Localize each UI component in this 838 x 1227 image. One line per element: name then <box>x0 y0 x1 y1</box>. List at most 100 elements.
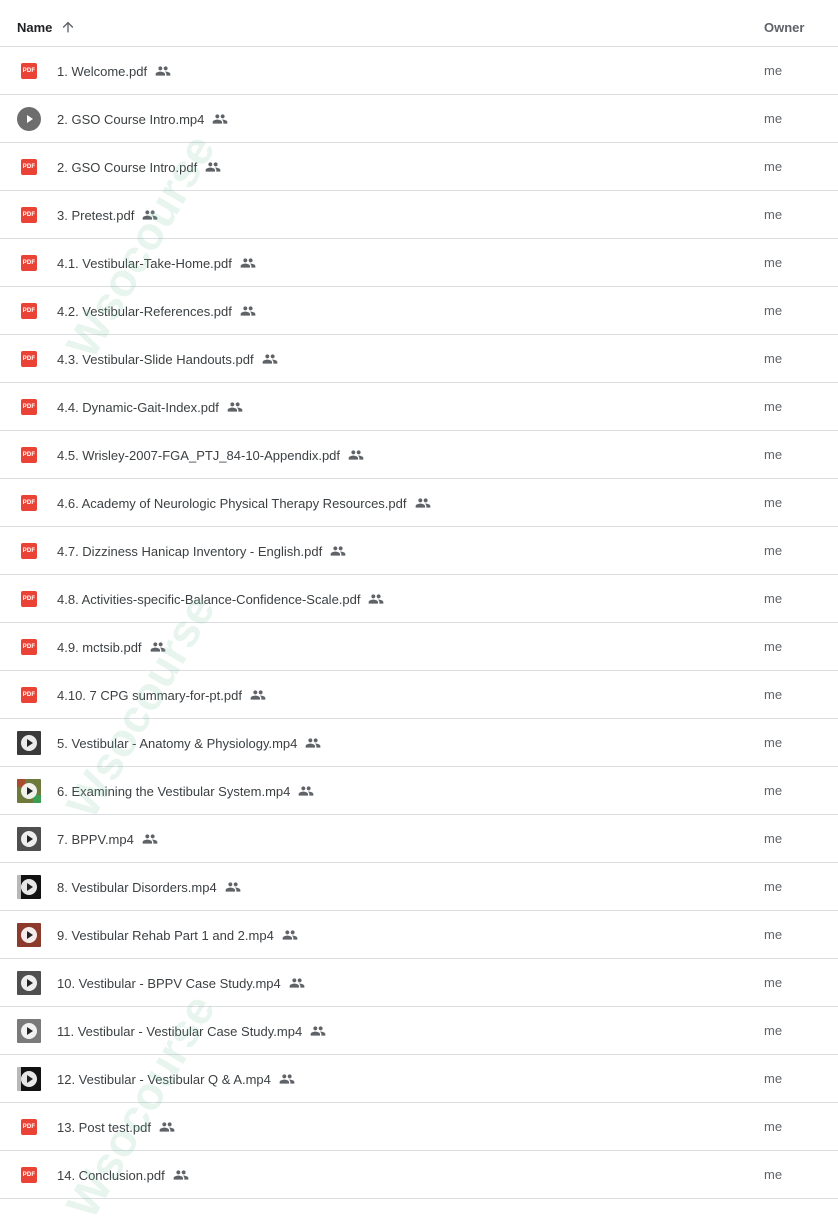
pdf-file-icon: PDF <box>21 447 37 463</box>
file-owner: me <box>764 447 783 462</box>
file-row[interactable]: PDF 4.4. Dynamic-Gait-Index.pdf me <box>0 383 838 431</box>
file-name-text: 2. GSO Course Intro.pdf <box>57 159 198 175</box>
file-name[interactable]: 4.5. Wrisley-2007-FGA_PTJ_84-10-Appendix… <box>57 447 364 463</box>
file-owner: me <box>764 927 783 942</box>
file-name[interactable]: 4.6. Academy of Neurologic Physical Ther… <box>57 495 431 511</box>
file-owner: me <box>764 1023 783 1038</box>
people-icon <box>142 834 158 844</box>
file-name[interactable]: 4.9. mctsib.pdf <box>57 639 166 655</box>
file-owner: me <box>764 495 783 510</box>
people-icon <box>415 498 430 508</box>
file-row[interactable]: 11. Vestibular - Vestibular Case Study.m… <box>0 1007 838 1055</box>
file-name[interactable]: 4.3. Vestibular-Slide Handouts.pdf <box>57 351 278 367</box>
file-owner: me <box>764 687 783 702</box>
file-owner: me <box>764 303 783 318</box>
column-owner-header[interactable]: Owner <box>764 20 804 35</box>
file-row[interactable]: 8. Vestibular Disorders.mp4 me <box>0 863 838 911</box>
file-row[interactable]: PDF 2. GSO Course Intro.pdf me <box>0 143 838 191</box>
file-name[interactable]: 8. Vestibular Disorders.mp4 <box>57 879 241 895</box>
file-row[interactable]: PDF 4.8. Activities-specific-Balance-Conf… <box>0 575 838 623</box>
pdf-file-icon: PDF <box>21 1167 37 1183</box>
file-owner: me <box>764 1071 783 1086</box>
file-name[interactable]: 12. Vestibular - Vestibular Q & A.mp4 <box>57 1071 295 1087</box>
file-list: PDF 1. Welcome.pdf me 2. GSO Course Intro.m… <box>0 47 838 1199</box>
file-row[interactable]: PDF 4.2. Vestibular-References.pdf me <box>0 287 838 335</box>
people-icon <box>369 594 384 604</box>
video-file-icon <box>17 107 41 131</box>
file-row[interactable]: 7. BPPV.mp4 me <box>0 815 838 863</box>
people-icon <box>227 402 243 412</box>
file-row[interactable]: 12. Vestibular - Vestibular Q & A.mp4 me <box>0 1055 838 1103</box>
file-name[interactable]: 4.2. Vestibular-References.pdf <box>57 303 256 319</box>
file-row[interactable]: PDF 4.3. Vestibular-Slide Handouts.pdf me <box>0 335 838 383</box>
file-row[interactable]: PDF 3. Pretest.pdf me <box>0 191 838 239</box>
file-row[interactable]: PDF 4.6. Academy of Neurologic Physical T… <box>0 479 838 527</box>
file-name[interactable]: 4.4. Dynamic-Gait-Index.pdf <box>57 399 243 415</box>
file-owner: me <box>764 399 783 414</box>
file-row[interactable]: 2. GSO Course Intro.mp4 me <box>0 95 838 143</box>
people-icon <box>299 786 314 796</box>
file-row[interactable]: PDF 14. Conclusion.pdf me <box>0 1151 838 1199</box>
people-icon <box>240 306 256 316</box>
file-owner: me <box>764 207 783 222</box>
file-row[interactable]: PDF 4.10. 7 CPG summary-for-pt.pdf me <box>0 671 838 719</box>
file-name-text: 2. GSO Course Intro.mp4 <box>57 111 205 127</box>
people-icon <box>330 546 346 556</box>
people-icon <box>306 738 321 748</box>
people-icon <box>250 690 266 700</box>
file-name[interactable]: 2. GSO Course Intro.pdf <box>57 159 221 175</box>
file-name-text: 11. Vestibular - Vestibular Case Study.m… <box>57 1023 303 1039</box>
file-row[interactable]: PDF 1. Welcome.pdf me <box>0 47 838 95</box>
video-file-icon <box>17 1067 41 1091</box>
file-owner: me <box>764 831 783 846</box>
file-name-text: 9. Vestibular Rehab Part 1 and 2.mp4 <box>57 927 274 943</box>
file-name-text: 13. Post test.pdf <box>57 1119 151 1135</box>
pdf-file-icon: PDF <box>21 207 37 223</box>
file-name[interactable]: 2. GSO Course Intro.mp4 <box>57 111 228 127</box>
file-row[interactable]: 5. Vestibular - Anatomy & Physiology.mp4… <box>0 719 838 767</box>
file-name[interactable]: 7. BPPV.mp4 <box>57 831 158 847</box>
file-row[interactable]: PDF 4.7. Dizziness Hanicap Inventory - En… <box>0 527 838 575</box>
video-file-icon <box>17 827 41 851</box>
people-icon <box>159 1122 175 1132</box>
file-owner: me <box>764 879 783 894</box>
file-name[interactable]: 4.7. Dizziness Hanicap Inventory - Engli… <box>57 543 346 559</box>
people-icon <box>282 930 298 940</box>
file-name[interactable]: 14. Conclusion.pdf <box>57 1167 189 1183</box>
people-icon <box>205 162 221 172</box>
file-owner: me <box>764 975 783 990</box>
file-owner: me <box>764 1167 783 1182</box>
file-owner: me <box>764 783 783 798</box>
column-name-header[interactable]: Name <box>17 20 52 35</box>
file-owner: me <box>764 351 783 366</box>
people-icon <box>289 978 305 988</box>
file-name[interactable]: 10. Vestibular - BPPV Case Study.mp4 <box>57 975 305 991</box>
file-name[interactable]: 3. Pretest.pdf <box>57 207 158 223</box>
file-owner: me <box>764 591 783 606</box>
file-name[interactable]: 5. Vestibular - Anatomy & Physiology.mp4 <box>57 735 321 751</box>
people-icon <box>310 1026 326 1036</box>
people-icon <box>240 258 256 268</box>
file-row[interactable]: 9. Vestibular Rehab Part 1 and 2.mp4 me <box>0 911 838 959</box>
file-name[interactable]: 4.1. Vestibular-Take-Home.pdf <box>57 255 256 271</box>
file-row[interactable]: PDF 4.1. Vestibular-Take-Home.pdf me <box>0 239 838 287</box>
file-owner: me <box>764 63 783 78</box>
file-name[interactable]: 11. Vestibular - Vestibular Case Study.m… <box>57 1023 326 1039</box>
file-row[interactable]: 10. Vestibular - BPPV Case Study.mp4 me <box>0 959 838 1007</box>
file-name[interactable]: 9. Vestibular Rehab Part 1 and 2.mp4 <box>57 927 298 943</box>
file-name-text: 4.2. Vestibular-References.pdf <box>57 303 232 319</box>
file-name[interactable]: 6. Examining the Vestibular System.mp4 <box>57 783 314 799</box>
file-name[interactable]: 4.10. 7 CPG summary-for-pt.pdf <box>57 687 266 703</box>
people-icon <box>155 66 171 76</box>
file-row[interactable]: 6. Examining the Vestibular System.mp4 me <box>0 767 838 815</box>
file-name[interactable]: 4.8. Activities-specific-Balance-Confide… <box>57 591 384 607</box>
pdf-file-icon: PDF <box>21 639 37 655</box>
file-row[interactable]: PDF 4.9. mctsib.pdf me <box>0 623 838 671</box>
file-name-text: 5. Vestibular - Anatomy & Physiology.mp4 <box>57 735 298 751</box>
file-name[interactable]: 1. Welcome.pdf <box>57 63 171 79</box>
file-row[interactable]: PDF 13. Post test.pdf me <box>0 1103 838 1151</box>
arrow-up-icon[interactable] <box>60 19 76 35</box>
file-row[interactable]: PDF 4.5. Wrisley-2007-FGA_PTJ_84-10-Appen… <box>0 431 838 479</box>
file-name[interactable]: 13. Post test.pdf <box>57 1119 175 1135</box>
people-icon <box>150 642 165 652</box>
